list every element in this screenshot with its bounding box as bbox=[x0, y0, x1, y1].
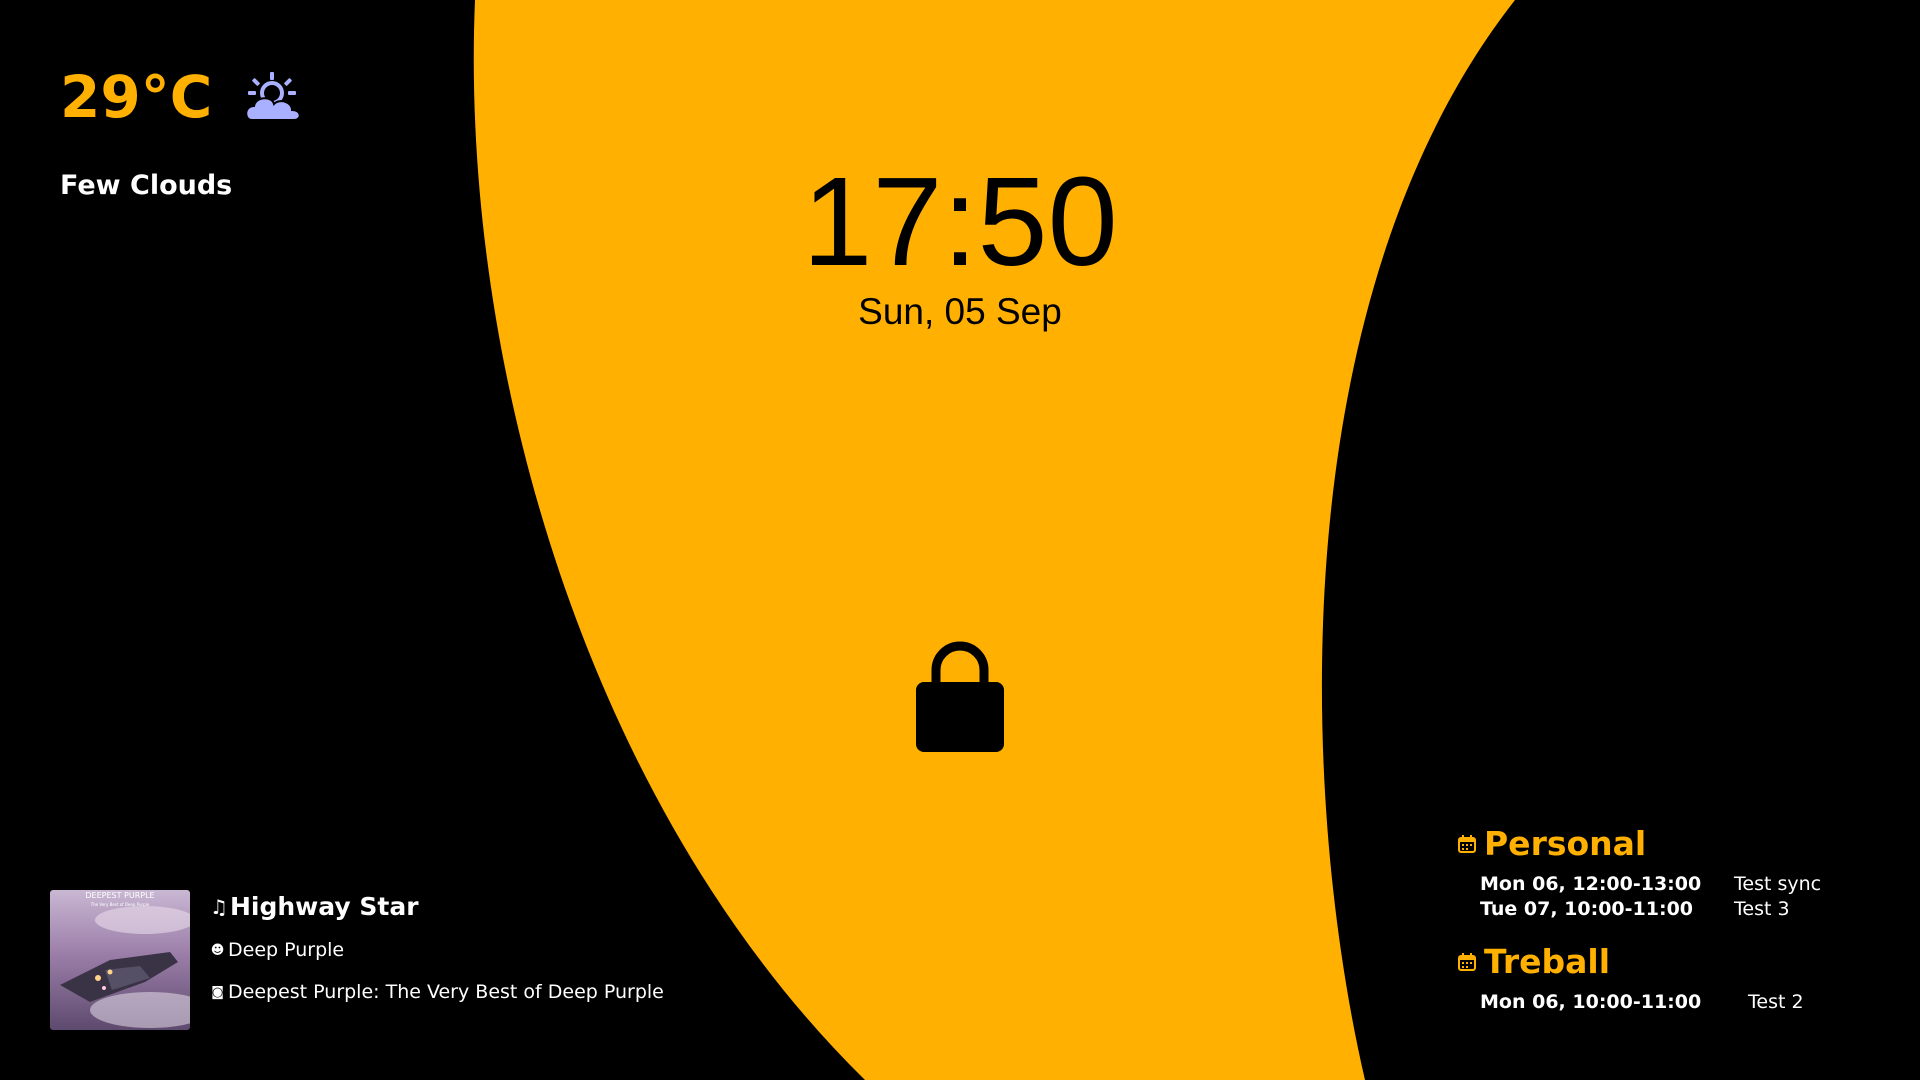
track-row: ♫ Highway Star bbox=[210, 892, 664, 921]
calendar-event[interactable]: Mon 06, 12:00-13:00 Test sync bbox=[1458, 872, 1878, 897]
disc-icon: ◙ bbox=[211, 984, 224, 1000]
music-note-icon: ♫ bbox=[210, 894, 228, 919]
padlock-icon[interactable] bbox=[914, 636, 1006, 754]
person-icon: ☻ bbox=[210, 942, 225, 958]
calendar-group-personal: Personal Mon 06, 12:00-13:00 Test sync T… bbox=[1458, 822, 1878, 922]
media-player: DEEPEST PURPLE The Very Best of Deep Pur… bbox=[50, 890, 664, 1030]
calendar-icon bbox=[1458, 835, 1476, 853]
calendar-name: Personal bbox=[1484, 824, 1647, 863]
weather-condition: Few Clouds bbox=[60, 170, 233, 201]
calendar-icon bbox=[1458, 953, 1476, 971]
temperature: 29°C bbox=[60, 63, 213, 131]
event-time: Mon 06, 10:00-11:00 bbox=[1480, 991, 1702, 1013]
media-info: ♫ Highway Star ☻ Deep Purple ◙ Deepest P… bbox=[210, 890, 664, 1030]
event-title: Test 3 bbox=[1734, 898, 1790, 920]
clock-date: Sun, 05 Sep bbox=[858, 291, 1062, 332]
sun-behind-cloud-icon bbox=[245, 72, 302, 121]
lock-screen: 29°C Few Clouds 17:50 Sun, 05 Sep DEEPES… bbox=[0, 0, 1920, 1080]
event-time: Tue 07, 10:00-11:00 bbox=[1480, 898, 1694, 920]
calendar-event[interactable]: Tue 07, 10:00-11:00 Test 3 bbox=[1458, 897, 1878, 922]
calendar-header: Treball bbox=[1458, 940, 1878, 984]
weather-widget: 29°C Few Clouds bbox=[60, 62, 308, 201]
artist-row: ☻ Deep Purple bbox=[210, 939, 664, 961]
clock-widget: 17:50 Sun, 05 Sep bbox=[760, 151, 1160, 334]
event-title: Test sync bbox=[1734, 873, 1822, 895]
event-title: Test 2 bbox=[1748, 991, 1804, 1013]
calendar-name: Treball bbox=[1484, 942, 1611, 981]
album-cover[interactable]: DEEPEST PURPLE The Very Best of Deep Pur… bbox=[50, 890, 190, 1030]
calendar-header: Personal bbox=[1458, 822, 1878, 866]
artist-name: Deep Purple bbox=[228, 939, 345, 961]
clock-time: 17:50 bbox=[802, 151, 1118, 292]
track-title: Highway Star bbox=[230, 892, 419, 921]
album-name: Deepest Purple: The Very Best of Deep Pu… bbox=[228, 981, 664, 1003]
event-time: Mon 06, 12:00-13:00 bbox=[1480, 873, 1702, 895]
calendar-widget: Personal Mon 06, 12:00-13:00 Test sync T… bbox=[1458, 822, 1878, 1033]
cover-title: DEEPEST PURPLE bbox=[85, 891, 154, 900]
album-row: ◙ Deepest Purple: The Very Best of Deep … bbox=[210, 981, 664, 1003]
cover-subtitle: The Very Best of Deep Purple bbox=[90, 902, 150, 907]
calendar-group-treball: Treball Mon 06, 10:00-11:00 Test 2 bbox=[1458, 940, 1878, 1015]
calendar-event[interactable]: Mon 06, 10:00-11:00 Test 2 bbox=[1458, 990, 1878, 1015]
